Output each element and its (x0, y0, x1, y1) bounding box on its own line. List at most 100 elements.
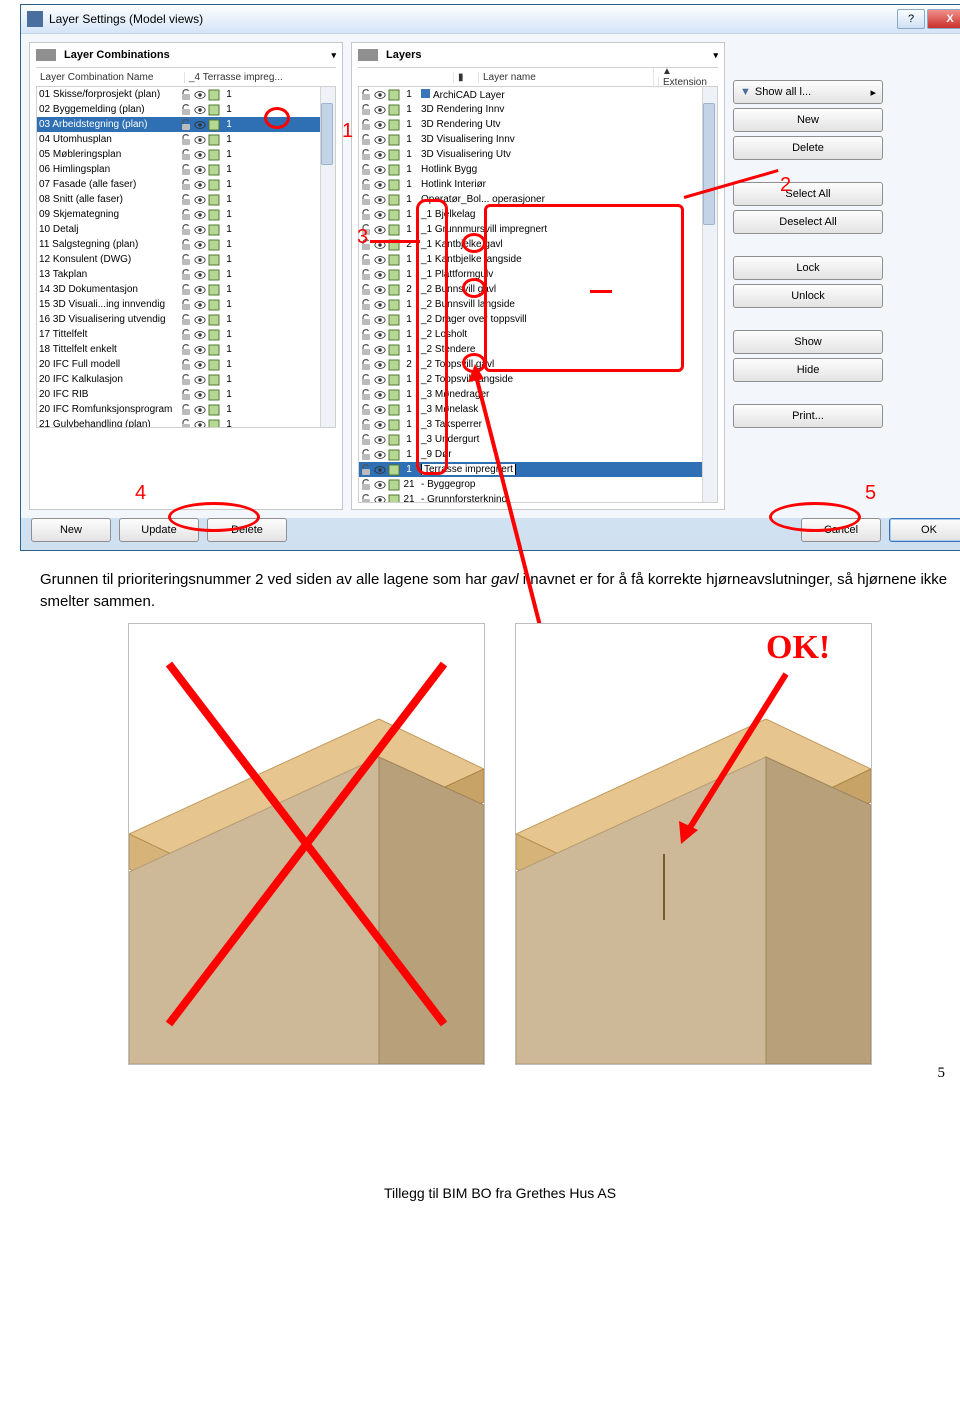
combo-row[interactable]: 12 Konsulent (DWG)1 (37, 252, 335, 267)
lock-icon[interactable] (359, 403, 373, 416)
layer-row[interactable]: 1_3 Taksperrer (359, 417, 717, 432)
layer-row[interactable]: 1Operatør_Bol... operasjoner (359, 192, 717, 207)
layer-row[interactable]: 1_1 Kantbjelke langside (359, 252, 717, 267)
layer-row[interactable]: 1Hotlink Interiør (359, 177, 717, 192)
layer-row[interactable]: 1ArchiCAD Layer (359, 87, 717, 102)
lock-icon[interactable] (359, 388, 373, 401)
eye-icon[interactable] (373, 403, 387, 416)
eye-icon[interactable] (193, 298, 207, 311)
show-button[interactable]: Show (733, 330, 883, 354)
eye-icon[interactable] (373, 313, 387, 326)
lock-icon[interactable] (179, 298, 193, 311)
solid-icon[interactable] (207, 388, 221, 401)
solid-icon[interactable] (387, 223, 401, 236)
combo-row[interactable]: 01 Skisse/forprosjekt (plan)1 (37, 87, 335, 102)
eye-icon[interactable] (193, 163, 207, 176)
lock-icon[interactable] (359, 148, 373, 161)
layer-row[interactable]: 1_2 Bunnsvill langside (359, 297, 717, 312)
combos-header-name[interactable]: Layer Combination Name (36, 72, 184, 83)
eye-icon[interactable] (373, 463, 387, 476)
layer-row[interactable]: 13D Visualisering Utv (359, 147, 717, 162)
solid-icon[interactable] (207, 193, 221, 206)
eye-icon[interactable] (193, 313, 207, 326)
eye-icon[interactable] (373, 118, 387, 131)
solid-icon[interactable] (387, 448, 401, 461)
lock-icon[interactable] (359, 178, 373, 191)
solid-icon[interactable] (387, 478, 401, 491)
eye-icon[interactable] (373, 163, 387, 176)
eye-icon[interactable] (373, 193, 387, 206)
layer-row[interactable]: 1_3 Mønelask (359, 402, 717, 417)
solid-icon[interactable] (207, 283, 221, 296)
solid-icon[interactable] (207, 133, 221, 146)
eye-icon[interactable] (193, 253, 207, 266)
lock-icon[interactable] (359, 478, 373, 491)
new-combo-button[interactable]: New (31, 518, 111, 542)
combo-row[interactable]: 20 IFC Kalkulasjon1 (37, 372, 335, 387)
eye-icon[interactable] (193, 268, 207, 281)
lock-icon[interactable] (359, 463, 373, 476)
combo-row[interactable]: 08 Snitt (alle faser)1 (37, 192, 335, 207)
lock-icon[interactable] (359, 88, 373, 101)
lock-icon[interactable] (179, 283, 193, 296)
update-combo-button[interactable]: Update (119, 518, 199, 542)
lock-button[interactable]: Lock (733, 256, 883, 280)
lock-icon[interactable] (359, 313, 373, 326)
lock-icon[interactable] (179, 373, 193, 386)
lock-icon[interactable] (179, 223, 193, 236)
lock-icon[interactable] (179, 268, 193, 281)
deselect-all-button[interactable]: Deselect All (733, 210, 883, 234)
layer-row[interactable]: 1_3 Undergurt (359, 432, 717, 447)
lock-icon[interactable] (359, 343, 373, 356)
eye-icon[interactable] (373, 388, 387, 401)
layers-header-flag[interactable]: ▮ (453, 72, 478, 83)
solid-icon[interactable] (387, 298, 401, 311)
solid-icon[interactable] (387, 493, 401, 503)
solid-icon[interactable] (387, 463, 401, 476)
eye-icon[interactable] (193, 208, 207, 221)
combo-row[interactable]: 15 3D Visuali...ing innvendig1 (37, 297, 335, 312)
layer-row[interactable]: 1_9 Dør (359, 447, 717, 462)
lock-icon[interactable] (359, 208, 373, 221)
scrollbar[interactable] (320, 87, 335, 427)
solid-icon[interactable] (387, 313, 401, 326)
solid-icon[interactable] (207, 253, 221, 266)
lock-icon[interactable] (359, 448, 373, 461)
eye-icon[interactable] (373, 493, 387, 503)
lock-icon[interactable] (359, 238, 373, 251)
solid-icon[interactable] (387, 133, 401, 146)
combos-header-col2[interactable]: _4 Terrasse impreg... (184, 72, 336, 83)
new-layer-button[interactable]: New (733, 108, 883, 132)
eye-icon[interactable] (373, 358, 387, 371)
layer-row[interactable]: 21- Byggegrop (359, 477, 717, 492)
eye-icon[interactable] (373, 478, 387, 491)
layer-row[interactable]: 1_2 Stendere (359, 342, 717, 357)
lock-icon[interactable] (359, 193, 373, 206)
eye-icon[interactable] (193, 388, 207, 401)
solid-icon[interactable] (387, 418, 401, 431)
eye-icon[interactable] (193, 328, 207, 341)
solid-icon[interactable] (207, 88, 221, 101)
eye-icon[interactable] (373, 148, 387, 161)
layers-header-ext[interactable]: ▲ Extension (653, 66, 718, 88)
lock-icon[interactable] (179, 238, 193, 251)
lock-icon[interactable] (359, 253, 373, 266)
solid-icon[interactable] (387, 103, 401, 116)
solid-icon[interactable] (387, 358, 401, 371)
layer-row[interactable]: 1_1 Plattformgulv (359, 267, 717, 282)
layer-row[interactable]: 1Terrasse impregnert (359, 462, 717, 477)
lock-icon[interactable] (179, 313, 193, 326)
combo-row[interactable]: 10 Detalj1 (37, 222, 335, 237)
combo-row[interactable]: 21 Gulvbehandling (plan)1 (37, 417, 335, 428)
eye-icon[interactable] (373, 298, 387, 311)
eye-icon[interactable] (193, 88, 207, 101)
lock-icon[interactable] (179, 178, 193, 191)
solid-icon[interactable] (387, 403, 401, 416)
lock-icon[interactable] (359, 298, 373, 311)
layer-row[interactable]: 13D Visualisering Innv (359, 132, 717, 147)
eye-icon[interactable] (373, 223, 387, 236)
delete-combo-button[interactable]: Delete (207, 518, 287, 542)
lock-icon[interactable] (179, 403, 193, 416)
solid-icon[interactable] (387, 208, 401, 221)
solid-icon[interactable] (207, 268, 221, 281)
